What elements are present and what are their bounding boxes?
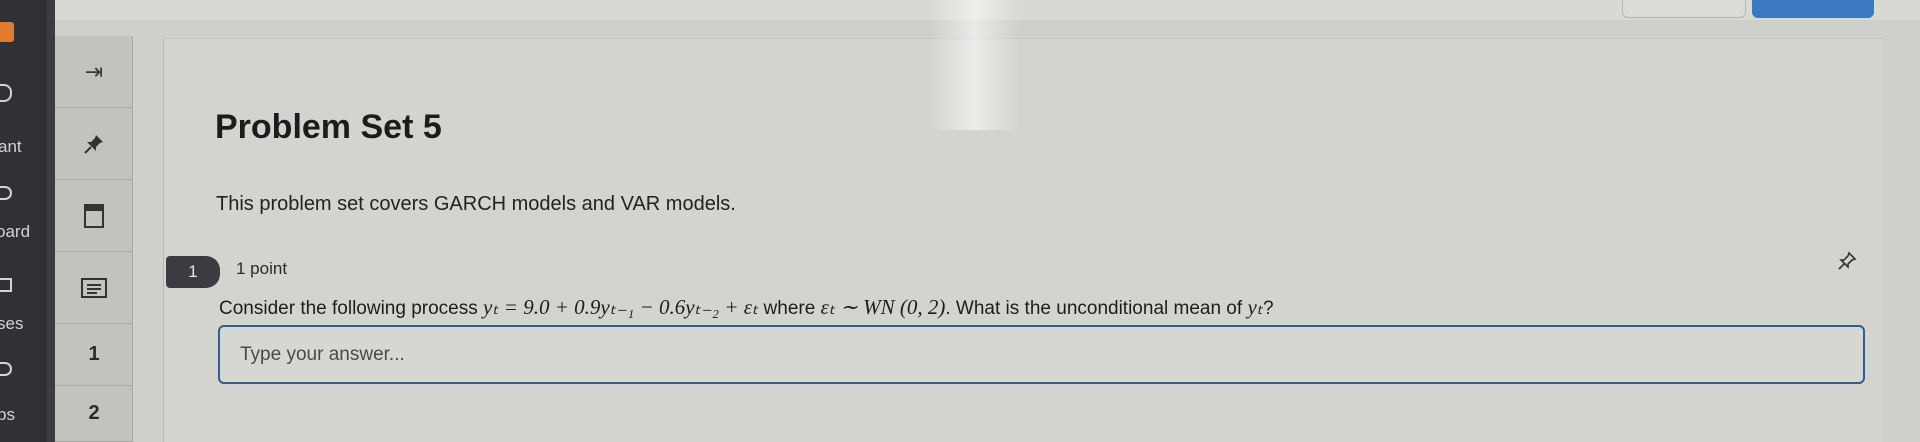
app-navigation: ant oard ses ps [0,0,47,442]
nav-item-label[interactable]: ses [0,314,23,334]
process-equation: yₜ = 9.0 + 0.9yₜ₋₁ − 0.6yₜ₋₂ + εₜ [483,295,759,319]
pin-icon[interactable] [55,108,133,180]
question-nav-number: 1 [88,343,100,365]
brand-chip [0,22,14,42]
nav-item-label[interactable]: oard [0,222,30,242]
page-title: Problem Set 5 [215,108,442,146]
nav-item-icon [0,278,12,292]
nav-item-icon [0,362,12,376]
question-text-ask: . What is the unconditional mean of [945,298,1248,319]
nav-item-icon [0,186,12,200]
nav-item-label[interactable]: ps [0,405,15,425]
question-text-where: where [758,298,821,319]
question-points: 1 point [236,259,288,278]
top-bar [0,0,1920,20]
question-number-badge: 1 [166,256,220,288]
target-variable: yₜ [1247,295,1263,319]
question-nav-item[interactable]: 1 [55,324,133,386]
secondary-button[interactable] [1622,0,1746,18]
question-text: Consider the following process yₜ = 9.0 … [219,295,1274,320]
submit-button[interactable] [1752,0,1874,18]
pin-question-icon[interactable] [1836,250,1858,277]
nav-gutter [47,0,55,442]
answer-input[interactable] [218,325,1865,384]
list-icon[interactable] [55,252,133,324]
question-text-intro: Consider the following process [219,298,484,319]
problem-set-description: This problem set covers GARCH models and… [216,193,736,215]
question-mark: ? [1262,298,1274,319]
nav-item-label[interactable]: ant [0,137,22,157]
notebook-icon[interactable] [55,180,133,252]
question-nav-item[interactable]: 2 [55,386,133,442]
noise-definition: εₜ ∼ WN (0, 2) [820,295,946,319]
nav-item-icon [0,84,12,102]
collapse-right-icon[interactable]: ⇥ [55,36,133,108]
question-sidebar: ⇥ 1 2 [55,36,133,442]
question-nav-number: 2 [88,402,100,424]
